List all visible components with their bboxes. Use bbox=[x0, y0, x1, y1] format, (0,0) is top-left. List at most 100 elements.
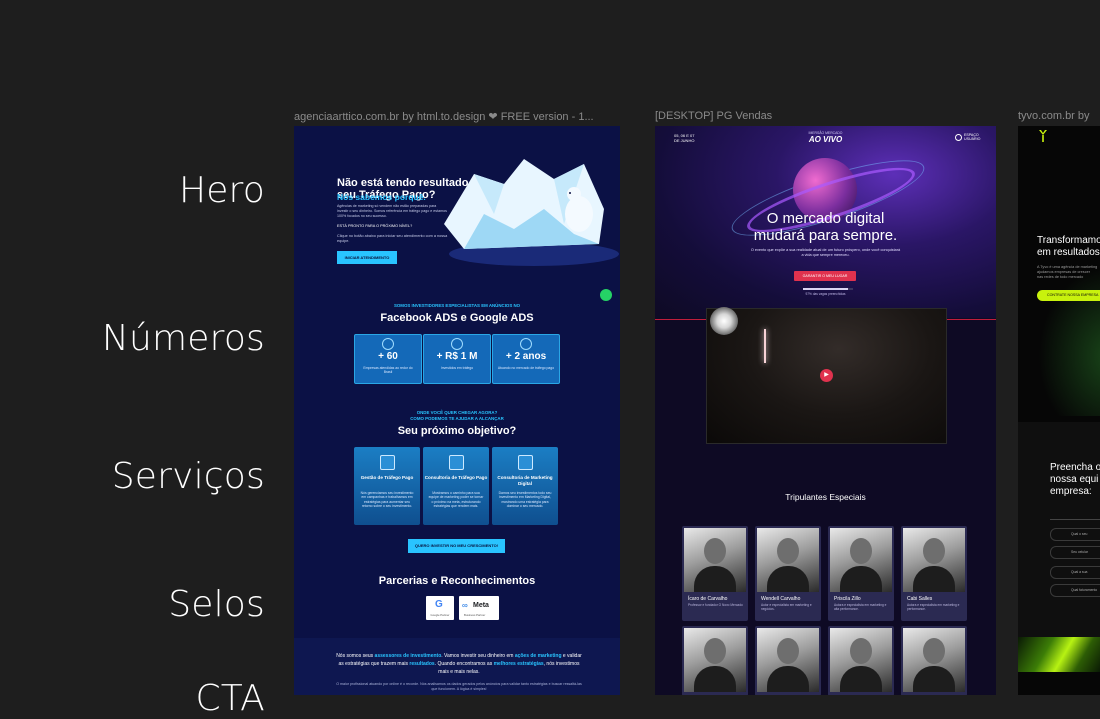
play-icon[interactable]: ▶ bbox=[820, 369, 833, 382]
cta-section: Nós somos seus assessores de investiment… bbox=[294, 638, 620, 695]
speaker-photo bbox=[757, 528, 819, 592]
section-label-numeros: Números bbox=[101, 318, 265, 359]
meta-partner-badge: ∞ Meta Business Partner bbox=[459, 596, 499, 620]
service-title: Gestão de Tráfego Pago bbox=[360, 475, 414, 480]
section-label-cta: CTA bbox=[195, 678, 265, 719]
service-card-consultoria-marketing[interactable]: Consultoria de Marketing Digital Damos s… bbox=[492, 447, 558, 525]
form-field-company[interactable]: Qual a sua bbox=[1050, 566, 1100, 579]
hero-cta-button[interactable]: GARANTIR O MEU LUGAR bbox=[794, 271, 856, 281]
speaker-card[interactable]: Priscila Zillo Autora e especialista em … bbox=[828, 526, 894, 621]
service-card-gestao[interactable]: Gestão de Tráfego Pago Nós gerenciamos s… bbox=[354, 447, 420, 525]
frame-title-tyvo[interactable]: tyvo.com.br by bbox=[1018, 110, 1100, 122]
speaker-card[interactable]: Ícaro de Carvalho Professor e fundador O… bbox=[682, 526, 748, 621]
frame-title-arttico[interactable]: agenciaarttico.com.br by html.to.design … bbox=[294, 110, 620, 123]
hero-accent: Nós sabemos porquê. bbox=[337, 192, 426, 202]
speaker-name: Ícaro de Carvalho bbox=[688, 596, 728, 602]
money-icon bbox=[451, 338, 463, 350]
section-label-hero: Hero bbox=[178, 170, 265, 211]
frame-tyvo[interactable]: Transformamos em resultados A Tyvo é uma … bbox=[1018, 126, 1100, 695]
speaker-name: Wendell Carvalho bbox=[761, 596, 801, 602]
service-desc: Damos seu investimentos todo seu investi… bbox=[498, 491, 552, 509]
dashboard-icon bbox=[518, 455, 533, 470]
speaker-card[interactable] bbox=[755, 626, 821, 695]
globe-icon bbox=[382, 338, 394, 350]
speaker-card[interactable]: Wendell Carvalho Autor e especialista em… bbox=[755, 526, 821, 621]
speaker-photo bbox=[684, 628, 746, 692]
speaker-photo bbox=[757, 628, 819, 692]
stat-card-anos: + 2 anos Atuando no mercado de tráfego p… bbox=[492, 334, 560, 384]
stat-label: Empresas atendidas ao redor do Brasil bbox=[363, 366, 413, 375]
form-field-name[interactable]: Qual o seu bbox=[1050, 528, 1100, 541]
progress-bar bbox=[803, 288, 853, 290]
google-partner-badge: G Google Partner bbox=[426, 596, 454, 620]
hero-title: O mercado digital mudará para sempre. bbox=[753, 210, 898, 244]
iceberg-illustration bbox=[444, 159, 619, 266]
hero-glow bbox=[1038, 266, 1100, 416]
progress-fill bbox=[803, 288, 848, 290]
service-card-consultoria-trafego[interactable]: Consultoria de Tráfego Pago Mostramos o … bbox=[423, 447, 489, 525]
frame-vendas[interactable]: 05, 06 E 07 DE JUNHO IMERSÃO MERCADO AO V… bbox=[655, 126, 996, 695]
speaker-card[interactable]: Cabi Salles Autora e especialista em mar… bbox=[901, 526, 967, 621]
service-title: Consultoria de Marketing Digital bbox=[497, 475, 553, 486]
section-label-selos: Selos bbox=[168, 584, 265, 625]
section-label-servicos: Serviços bbox=[111, 456, 265, 497]
services-subtitle-2: COMO PODEMOS TE AJUDAR A ALCANÇAR bbox=[410, 416, 504, 421]
lamp-light bbox=[710, 307, 738, 335]
speaker-name: Cabi Salles bbox=[907, 596, 933, 602]
stat-value: + 2 anos bbox=[505, 351, 547, 362]
meta-partner-label: Business Partner bbox=[464, 613, 486, 617]
people-icon bbox=[449, 455, 464, 470]
speaker-desc: Autor e especialista em marketing e negó… bbox=[761, 603, 812, 611]
speaker-photo bbox=[903, 528, 965, 592]
tyvo-logo-icon[interactable] bbox=[1039, 130, 1047, 142]
cta-text: Nós somos seus assessores de investiment… bbox=[336, 653, 582, 675]
google-icon: G bbox=[435, 599, 443, 610]
speakers-title: Tripulantes Especiais bbox=[785, 492, 866, 502]
service-desc: Nós gerenciamos seu investimento em camp… bbox=[360, 491, 414, 509]
whatsapp-icon[interactable] bbox=[600, 289, 612, 301]
speaker-photo bbox=[830, 528, 892, 592]
form-divider bbox=[1050, 519, 1100, 520]
meta-label: Meta bbox=[473, 602, 489, 609]
cta-small-text: O maior profissional atuando por online … bbox=[336, 682, 582, 691]
hero-cta-button[interactable]: CONTRATE NOSSA EMPRESA bbox=[1037, 290, 1100, 301]
speaker-card[interactable] bbox=[901, 626, 967, 695]
speaker-card[interactable] bbox=[828, 626, 894, 695]
stat-value: + 60 bbox=[378, 351, 398, 362]
progress-text: 97% das vagas preenchidas bbox=[805, 292, 846, 296]
numbers-subtitle: SOMOS INVESTIDORES ESPECIALISTAS EM ANÚN… bbox=[393, 303, 521, 308]
services-button[interactable]: QUERO INVESTIR NO MEU CRESCIMENTO! bbox=[408, 539, 505, 553]
stat-value: + R$ 1 M bbox=[436, 351, 478, 362]
footer-image bbox=[1018, 637, 1100, 672]
meta-icon: ∞ bbox=[462, 601, 468, 610]
stat-card-empresas: + 60 Empresas atendidas ao redor do Bras… bbox=[354, 334, 422, 384]
seals-title: Parcerias e Reconhecimentos bbox=[378, 575, 536, 587]
hero-description: A Tyvo é uma agência de marketing ajudamo… bbox=[1037, 265, 1098, 279]
video-player[interactable]: ▶ bbox=[706, 307, 947, 444]
hero-title: Transformamos em resultados bbox=[1037, 235, 1100, 258]
numbers-title: Facebook ADS e Google ADS bbox=[380, 312, 534, 324]
speaker-photo bbox=[903, 628, 965, 692]
form-field-revenue[interactable]: Qual faturamento bbox=[1050, 584, 1100, 597]
speaker-card[interactable] bbox=[682, 626, 748, 695]
hero-button[interactable]: INICIAR ATENDIMENTO bbox=[337, 251, 397, 264]
service-desc: Mostramos o caminho para sua equipe de m… bbox=[428, 491, 484, 509]
service-title: Consultoria de Tráfego Pago bbox=[424, 475, 488, 480]
speaker-name: Priscila Zillo bbox=[834, 596, 861, 602]
stat-label: Investidos em tráfego bbox=[440, 366, 474, 370]
google-partner-label: Google Partner bbox=[430, 613, 450, 617]
speaker-desc: Professor e fundador O Novo Mercado bbox=[688, 603, 743, 607]
logo[interactable]: AO VIVO bbox=[655, 135, 996, 144]
speaker-desc: Autora e especialista em marketing e alt… bbox=[834, 603, 887, 611]
services-title: Seu próximo objetivo? bbox=[397, 425, 517, 437]
calendar-icon bbox=[520, 338, 532, 350]
speaker-desc: Autora e especialista em marketing e per… bbox=[907, 603, 960, 611]
chart-icon bbox=[380, 455, 395, 470]
frame-title-vendas[interactable]: [DESKTOP] PG Vendas bbox=[655, 110, 855, 122]
frame-arttico[interactable]: Não está tendo resultado com seu Tráfego… bbox=[294, 126, 620, 695]
services-subtitle-1: ONDE VOCÊ QUER CHEGAR AGORA? bbox=[416, 410, 498, 415]
form-field-phone[interactable]: Seu celular bbox=[1050, 546, 1100, 559]
user-area-link[interactable]: ESPAÇO USUÁRIO bbox=[964, 133, 980, 142]
hero-description: O evento que expõe a sua realidade atual… bbox=[750, 248, 901, 257]
user-icon[interactable] bbox=[955, 134, 962, 141]
